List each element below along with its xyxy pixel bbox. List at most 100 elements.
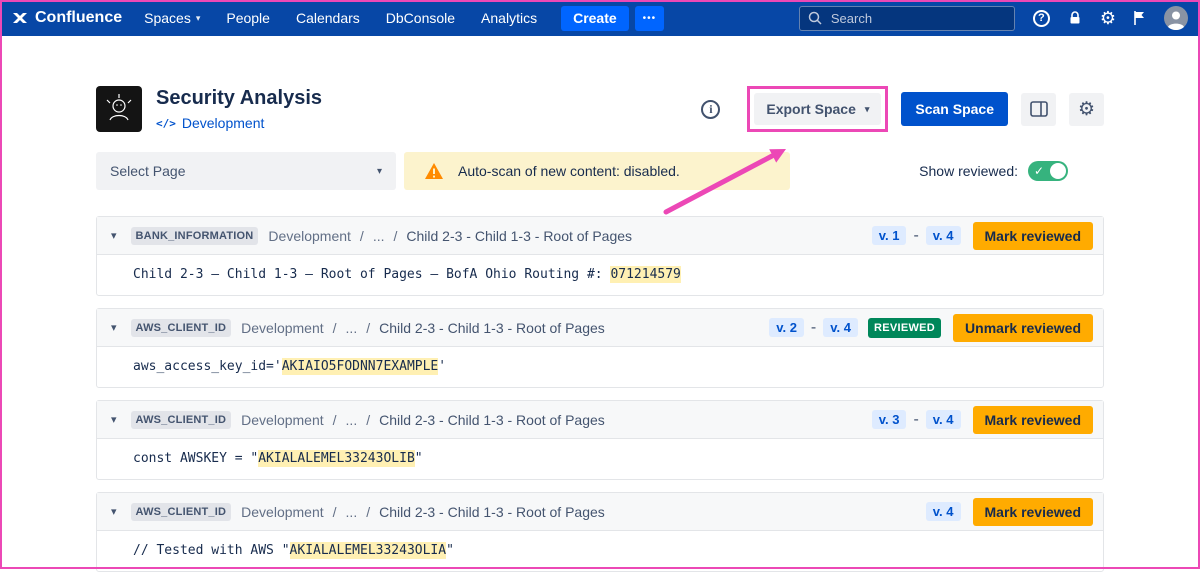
chevron-down-icon: ▾ bbox=[196, 13, 201, 24]
version-link[interactable]: v. 2 bbox=[769, 318, 804, 337]
breadcrumb-separator: / bbox=[360, 228, 364, 244]
select-page-dropdown[interactable]: Select Page ▾ bbox=[96, 152, 396, 190]
breadcrumb-page-link[interactable]: Child 2-3 - Child 1-3 - Root of Pages bbox=[379, 504, 605, 520]
finding-card: ▾ BANK_INFORMATION Development / ... / C… bbox=[96, 216, 1104, 296]
space-avatar[interactable] bbox=[96, 86, 142, 132]
nav-item-label: People bbox=[226, 10, 270, 26]
code-text: aws_access_key_id=' bbox=[133, 359, 282, 374]
nav-item-label: Analytics bbox=[481, 10, 537, 26]
top-navigation: Confluence Spaces ▾ People Calendars DbC… bbox=[0, 0, 1200, 36]
version-link[interactable]: v. 4 bbox=[823, 318, 858, 337]
finding-header: ▾ BANK_INFORMATION Development / ... / C… bbox=[97, 217, 1103, 255]
breadcrumb-page-link[interactable]: Child 2-3 - Child 1-3 - Root of Pages bbox=[406, 228, 632, 244]
mark-reviewed-button[interactable]: Mark reviewed bbox=[973, 498, 1094, 526]
panel-icon bbox=[1030, 101, 1048, 117]
avatar[interactable] bbox=[1164, 6, 1188, 30]
reviewed-badge: REVIEWED bbox=[868, 318, 941, 338]
nav-item-label: DbConsole bbox=[386, 10, 455, 26]
create-button[interactable]: Create bbox=[561, 6, 629, 31]
toolbar-row: Select Page ▾ Auto-scan of new content: … bbox=[96, 152, 1104, 190]
info-glyph: i bbox=[709, 102, 712, 117]
breadcrumb-page-link[interactable]: Child 2-3 - Child 1-3 - Root of Pages bbox=[379, 412, 605, 428]
help-icon[interactable]: ? bbox=[1033, 10, 1050, 27]
space-link[interactable]: Development bbox=[182, 115, 265, 131]
gear-icon[interactable]: ⚙ bbox=[1100, 9, 1116, 27]
breadcrumb-space-link[interactable]: Development bbox=[241, 412, 324, 428]
show-reviewed-label: Show reviewed: bbox=[919, 163, 1018, 179]
flag-icon[interactable] bbox=[1133, 10, 1147, 26]
more-button[interactable]: ••• bbox=[635, 6, 665, 31]
show-reviewed-group: Show reviewed: ✓ bbox=[919, 161, 1068, 181]
export-space-button[interactable]: Export Space ▾ bbox=[754, 93, 881, 125]
chevron-down-icon[interactable]: ▾ bbox=[107, 229, 121, 242]
code-text: " bbox=[446, 543, 454, 558]
breadcrumb-separator: / bbox=[333, 412, 337, 428]
export-space-label: Export Space bbox=[766, 101, 855, 117]
page-title: Security Analysis bbox=[156, 87, 322, 110]
breadcrumb-separator: / bbox=[366, 412, 370, 428]
version-link[interactable]: v. 4 bbox=[926, 226, 961, 245]
nav-icon-group: ? ⚙ bbox=[1033, 6, 1188, 30]
finding-snippet: Child 2-3 — Child 1-3 — Root of Pages — … bbox=[97, 255, 1103, 295]
breadcrumb-space-link[interactable]: Development bbox=[241, 504, 324, 520]
breadcrumb-space-link[interactable]: Development bbox=[241, 320, 324, 336]
finding-card: ▾ AWS_CLIENT_ID Development / ... / Chil… bbox=[96, 400, 1104, 480]
nav-item-calendars[interactable]: Calendars bbox=[296, 10, 360, 26]
breadcrumb-ellipsis: ... bbox=[346, 412, 358, 428]
finding-type-badge: AWS_CLIENT_ID bbox=[131, 411, 232, 429]
version-link[interactable]: v. 4 bbox=[926, 502, 961, 521]
chevron-down-icon[interactable]: ▾ bbox=[107, 321, 121, 334]
nav-item-people[interactable]: People bbox=[226, 10, 270, 26]
version-link[interactable]: v. 3 bbox=[872, 410, 907, 429]
toggle-knob bbox=[1050, 163, 1066, 179]
finding-snippet: aws_access_key_id='AKIAIO5FODNN7EXAMPLE' bbox=[97, 347, 1103, 387]
breadcrumb: Development / ... / Child 2-3 - Child 1-… bbox=[268, 228, 632, 244]
version-dash: - bbox=[811, 319, 816, 337]
show-reviewed-toggle[interactable]: ✓ bbox=[1028, 161, 1068, 181]
search-input[interactable] bbox=[829, 10, 1006, 27]
nav-item-dbconsole[interactable]: DbConsole bbox=[386, 10, 455, 26]
info-icon[interactable]: i bbox=[701, 100, 720, 119]
mark-reviewed-button[interactable]: Mark reviewed bbox=[973, 406, 1094, 434]
code-highlight: 071214579 bbox=[610, 266, 680, 283]
confluence-logo-icon bbox=[12, 10, 28, 26]
finding-snippet: // Tested with AWS "AKIALALEMEL33243OLIA… bbox=[97, 531, 1103, 571]
mark-reviewed-button[interactable]: Mark reviewed bbox=[973, 222, 1094, 250]
search-icon bbox=[808, 11, 822, 25]
nav-item-analytics[interactable]: Analytics bbox=[481, 10, 537, 26]
breadcrumb-space-link[interactable]: Development bbox=[268, 228, 351, 244]
brand-name: Confluence bbox=[35, 9, 122, 27]
chevron-down-icon[interactable]: ▾ bbox=[107, 505, 121, 518]
settings-button[interactable]: ⚙ bbox=[1069, 93, 1104, 126]
code-highlight: AKIALALEMEL33243OLIB bbox=[258, 450, 415, 467]
annotation-highlight-box: Export Space ▾ bbox=[747, 86, 888, 132]
main-content: Security Analysis </> Development i Expo… bbox=[0, 86, 1200, 572]
breadcrumb: Development / ... / Child 2-3 - Child 1-… bbox=[241, 504, 605, 520]
warning-text: Auto-scan of new content: disabled. bbox=[458, 163, 680, 179]
autoscan-warning-banner: Auto-scan of new content: disabled. bbox=[404, 152, 790, 190]
breadcrumb-page-link[interactable]: Child 2-3 - Child 1-3 - Root of Pages bbox=[379, 320, 605, 336]
finding-card: ▾ AWS_CLIENT_ID Development / ... / Chil… bbox=[96, 308, 1104, 388]
breadcrumb: Development / ... / Child 2-3 - Child 1-… bbox=[241, 412, 605, 428]
code-text: // Tested with AWS " bbox=[133, 543, 290, 558]
chevron-down-icon[interactable]: ▾ bbox=[107, 413, 121, 426]
search-box[interactable] bbox=[799, 6, 1015, 31]
finding-header: ▾ AWS_CLIENT_ID Development / ... / Chil… bbox=[97, 493, 1103, 531]
scan-space-button[interactable]: Scan Space bbox=[901, 92, 1008, 126]
version-dash: - bbox=[913, 411, 918, 429]
code-icon: </> bbox=[156, 117, 176, 130]
version-link[interactable]: v. 4 bbox=[926, 410, 961, 429]
page-header: Security Analysis </> Development i Expo… bbox=[96, 86, 1104, 132]
version-link[interactable]: v. 1 bbox=[872, 226, 907, 245]
code-text: " bbox=[415, 451, 423, 466]
lock-icon[interactable] bbox=[1067, 10, 1083, 26]
unmark-reviewed-button[interactable]: Unmark reviewed bbox=[953, 314, 1093, 342]
title-block: Security Analysis </> Development bbox=[156, 87, 322, 131]
warning-icon bbox=[424, 162, 444, 180]
side-panel-button[interactable] bbox=[1021, 93, 1056, 126]
gear-icon: ⚙ bbox=[1078, 100, 1095, 119]
nav-item-spaces[interactable]: Spaces ▾ bbox=[144, 10, 200, 26]
finding-header: ▾ AWS_CLIENT_ID Development / ... / Chil… bbox=[97, 309, 1103, 347]
breadcrumb-ellipsis: ... bbox=[346, 504, 358, 520]
confluence-home-link[interactable]: Confluence bbox=[12, 9, 122, 27]
